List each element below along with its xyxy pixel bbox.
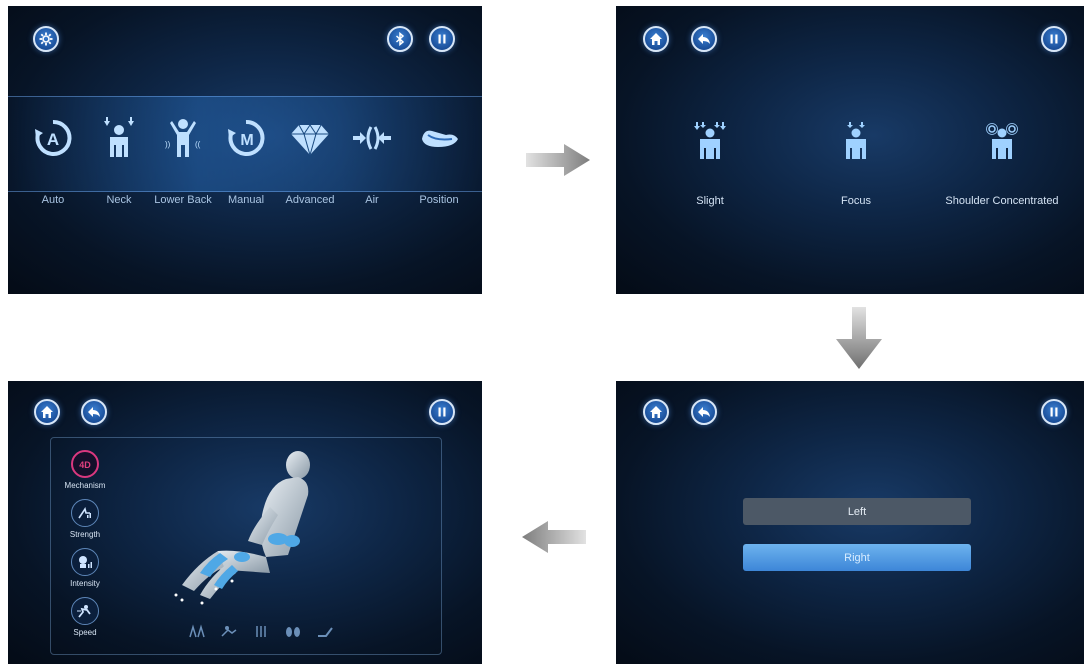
settings-icon	[39, 32, 53, 46]
foot-zone-icon	[286, 627, 300, 637]
left-button[interactable]: Left	[743, 498, 971, 525]
option-shoulder-concentrated[interactable]: Shoulder Concentrated	[932, 121, 1072, 207]
option-label: Focus	[841, 195, 871, 207]
shoulder-person-icon	[986, 123, 1018, 159]
manual-icon: M	[228, 119, 265, 156]
4d-icon: 4D	[79, 460, 91, 470]
mode-manual[interactable]: M Manual	[214, 116, 278, 246]
option-slight[interactable]: Slight	[640, 121, 780, 207]
control-label: Intensity	[70, 579, 100, 588]
speed-control[interactable]: Speed	[65, 597, 105, 637]
massage-running-screen: 4D Mechanism Strength Intensity Speed	[8, 381, 482, 664]
lower-back-icon: )) ((	[165, 119, 201, 157]
mode-label: Air	[365, 194, 379, 206]
slight-person-icon	[694, 122, 726, 159]
option-label: Slight	[696, 195, 724, 207]
home-icon	[650, 33, 662, 45]
pause-icon	[1050, 34, 1058, 44]
back-button[interactable]	[81, 399, 107, 425]
air-icon	[353, 126, 391, 150]
mechanism-control[interactable]: 4D Mechanism	[65, 450, 105, 490]
home-button[interactable]	[643, 26, 669, 52]
bluetooth-icon	[395, 31, 405, 47]
mode-label: Lower Back	[154, 194, 212, 206]
svg-text:((: ((	[195, 140, 201, 149]
right-button[interactable]: Right	[743, 544, 971, 571]
back-button[interactable]	[691, 399, 717, 425]
position-icon	[422, 130, 458, 147]
svg-text:4D: 4D	[79, 460, 91, 470]
option-label: Shoulder Concentrated	[945, 195, 1059, 207]
diamond-icon	[291, 124, 329, 157]
option-focus[interactable]: Focus	[786, 121, 926, 207]
mode-label: Auto	[41, 194, 65, 206]
back-zone-icon	[221, 626, 237, 637]
svg-text:)): ))	[165, 140, 171, 149]
home-icon	[41, 406, 53, 418]
mode-label: Advanced	[285, 194, 335, 206]
back-icon	[698, 407, 710, 417]
mode-advanced[interactable]: Advanced	[278, 116, 342, 246]
focus-person-icon	[846, 122, 866, 159]
svg-text:M: M	[240, 132, 253, 149]
focus-select-screen: Slight Focus Shoulder Concentrated	[616, 6, 1084, 294]
home-icon	[650, 406, 662, 418]
mode-auto[interactable]: A Auto	[21, 116, 85, 246]
pause-icon	[438, 34, 446, 44]
recline-icon	[318, 627, 333, 637]
home-button[interactable]	[643, 399, 669, 425]
intensity-control[interactable]: Intensity	[65, 548, 105, 588]
strength-control[interactable]: Strength	[65, 499, 105, 539]
pause-button[interactable]	[429, 26, 455, 52]
intensity-icon	[79, 556, 92, 568]
mode-label: Neck	[106, 194, 132, 206]
mode-label: Position	[419, 194, 459, 206]
auto-icon: A	[35, 119, 72, 156]
arrow-right-icon	[526, 144, 590, 176]
back-icon	[88, 407, 100, 417]
control-label: Mechanism	[64, 481, 106, 490]
bluetooth-button[interactable]	[387, 26, 413, 52]
control-label: Strength	[69, 530, 101, 539]
strength-icon	[78, 507, 91, 519]
pause-icon	[1050, 407, 1058, 417]
massage-body-figure	[174, 451, 310, 605]
settings-button[interactable]	[33, 26, 59, 52]
pause-button[interactable]	[1041, 26, 1067, 52]
pause-button[interactable]	[429, 399, 455, 425]
back-icon	[698, 34, 710, 44]
home-button[interactable]	[34, 399, 60, 425]
pause-icon	[438, 407, 446, 417]
waist-zone-icon	[256, 626, 266, 637]
mode-select-screen: A Auto Neck )) (( Lower Back M Manual Adv…	[8, 6, 482, 294]
mode-label: Manual	[227, 194, 265, 206]
back-button[interactable]	[691, 26, 717, 52]
control-label: Speed	[73, 628, 97, 637]
arrow-down-icon	[836, 307, 882, 369]
mode-air[interactable]: Air	[340, 116, 404, 246]
svg-text:A: A	[47, 130, 59, 149]
shoulder-zone-icon	[189, 624, 205, 638]
neck-icon	[104, 117, 134, 157]
side-select-screen: Left Right	[616, 381, 1084, 664]
pause-button[interactable]	[1041, 399, 1067, 425]
mode-lower-back[interactable]: )) (( Lower Back	[151, 116, 215, 246]
mode-neck[interactable]: Neck	[87, 116, 151, 246]
speed-icon	[77, 605, 91, 618]
mode-position[interactable]: Position	[407, 116, 471, 246]
arrow-left-icon	[522, 521, 586, 553]
